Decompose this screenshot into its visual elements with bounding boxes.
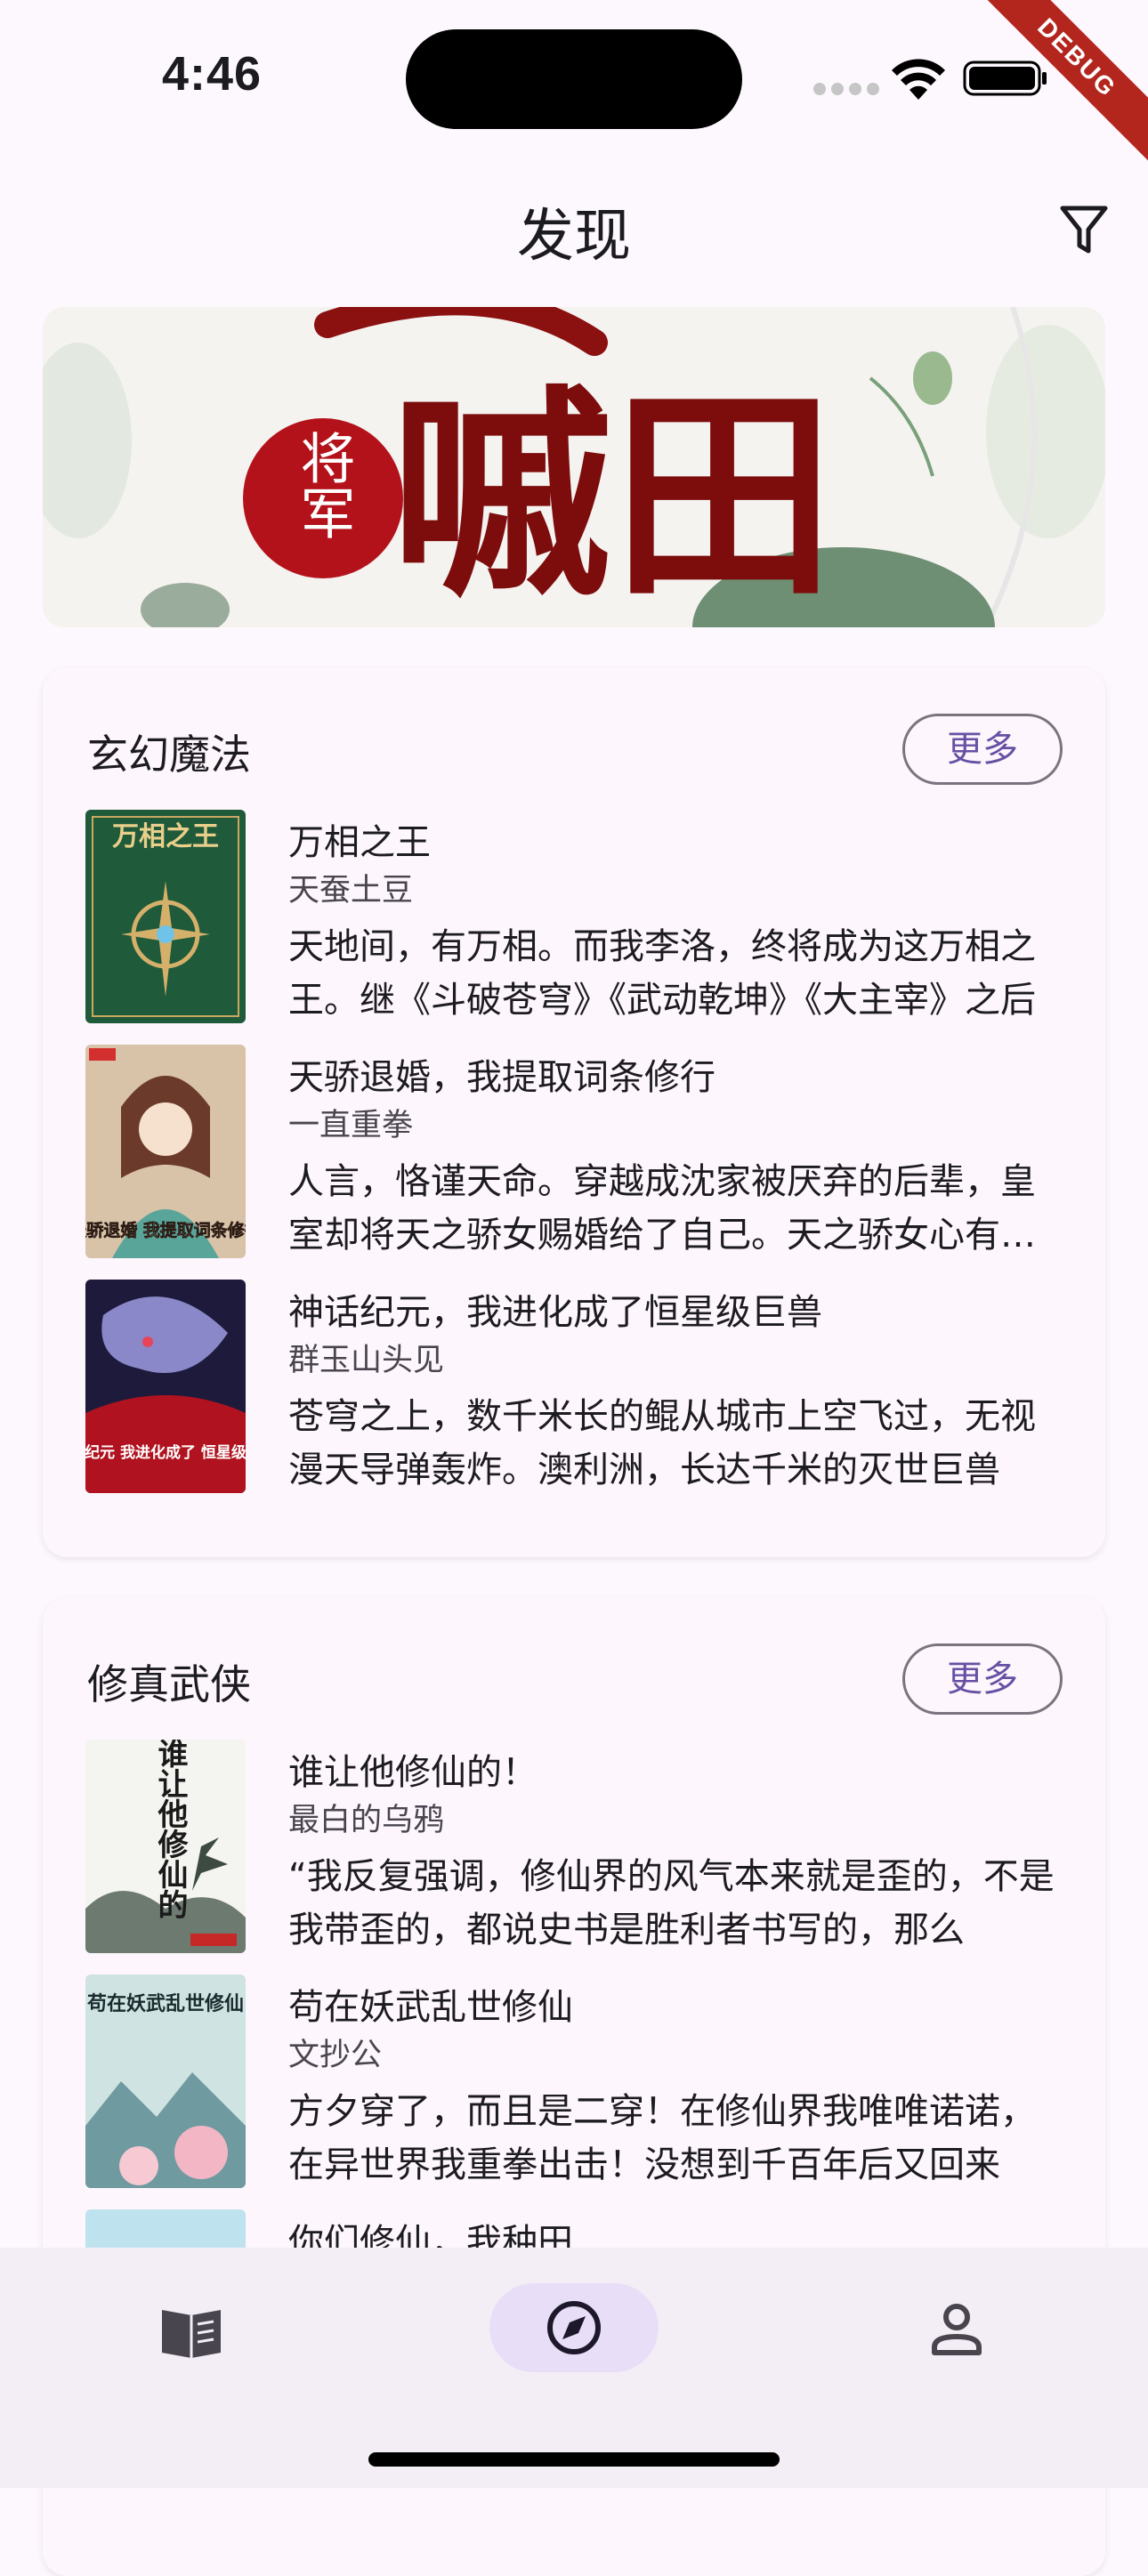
section-title: 修真武侠 xyxy=(87,1660,251,1708)
home-indicator xyxy=(368,2452,780,2467)
battery-icon xyxy=(963,61,1047,96)
compass-icon xyxy=(547,2301,601,2354)
book-description: 人言，恪谨天命。穿越成沈家被厌弃的后辈，皇室却将天之骄女赐婚给了自己。天之骄女心… xyxy=(288,1161,1036,1256)
book-cover: 天骄退婚 我提取词条修行 xyxy=(85,1045,246,1258)
dynamic-island xyxy=(406,29,742,129)
section-title: 玄幻魔法 xyxy=(87,731,251,779)
book-author: 群玉山头见 xyxy=(288,1343,445,1378)
book-title: 万相之王 xyxy=(288,822,431,863)
book-author: 最白的乌鸦 xyxy=(288,1803,445,1838)
book-author: 文抄公 xyxy=(288,2038,383,2073)
more-button[interactable]: 更多 xyxy=(902,1643,1063,1715)
nav-tab-discover[interactable] xyxy=(489,2283,659,2372)
book-icon xyxy=(162,2310,221,2358)
book-cover: 苟在妖武乱世修仙 xyxy=(85,1974,246,2188)
book-description: 天地间，有万相。而我李洛，终将成为这万相之王。继《斗破苍穹》《武动乾坤》《大主宰… xyxy=(288,926,1036,1021)
book-item[interactable]: 天骄退婚 我提取词条修行 天骄退婚，我提取词条修行 一直重拳 人言，恪谨天命。穿… xyxy=(85,1045,1064,1258)
book-item[interactable]: 神话纪元 我进化成了 恒星级巨兽 神话纪元，我进化成了恒星级巨兽 群玉山头见 苍… xyxy=(85,1280,1064,1493)
cover-title: 神话纪元 我进化成了 恒星级巨兽 xyxy=(85,1443,246,1462)
book-author: 一直重拳 xyxy=(288,1108,414,1143)
featured-banner[interactable]: 将军 嘁田 xyxy=(43,307,1105,627)
book-cover: 神话纪元 我进化成了 恒星级巨兽 xyxy=(85,1280,246,1493)
filter-icon[interactable] xyxy=(1059,203,1109,256)
nav-tab-profile[interactable] xyxy=(872,2283,1041,2372)
book-cover: 万相之王 xyxy=(85,810,246,1023)
book-title: 苟在妖武乱世修仙 xyxy=(288,1987,573,2028)
book-item[interactable]: 万相之王 万相之王 天蚕土豆 天地间，有万相。而我李洛，终将成为这万相之王。继《… xyxy=(85,810,1064,1023)
cover-title: 苟在妖武乱世修仙 xyxy=(86,1992,244,2015)
page-title: 发现 xyxy=(517,204,631,270)
section-card-xuanhuan: 玄幻魔法 更多 万相之王 万相之王 天蚕土豆 天地间，有万相。而我李洛，终将成为… xyxy=(43,667,1105,1557)
book-title: 神话纪元，我进化成了恒星级巨兽 xyxy=(288,1292,822,1333)
book-cover: 谁让他修仙的 xyxy=(85,1740,246,1953)
more-button[interactable]: 更多 xyxy=(902,714,1063,785)
book-description: 方夕穿了，而且是二穿！在修仙界我唯唯诺诺，在异世界我重拳出击！没想到千百年后又回… xyxy=(288,2091,1036,2185)
nav-tab-bookshelf[interactable] xyxy=(107,2283,276,2372)
wifi-icon xyxy=(892,59,945,100)
banner-seal-text: 将军 xyxy=(291,430,356,540)
book-description: 苍穹之上，数千米长的鲲从城市上空飞过，无视漫天导弹轰炸。澳利洲，长达千米的灭世巨… xyxy=(288,1396,1036,1490)
book-description: “我反复强调，修仙界的风气本来就是歪的，不是我带歪的，都说史书是胜利者书写的，那… xyxy=(288,1856,1055,1950)
book-item[interactable]: 谁让他修仙的 谁让他修仙的！ 最白的乌鸦 “我反复强调，修仙界的风气本来就是歪的… xyxy=(85,1740,1064,1953)
cellular-signal-icon xyxy=(813,83,879,95)
book-title: 天骄退婚，我提取词条修行 xyxy=(288,1057,715,1098)
book-author: 天蚕土豆 xyxy=(288,873,414,908)
status-time: 4:46 xyxy=(162,47,263,101)
cover-title: 天骄退婚 我提取词条修行 xyxy=(85,1220,246,1240)
book-item[interactable]: 苟在妖武乱世修仙 苟在妖武乱世修仙 文抄公 方夕穿了，而且是二穿！在修仙界我唯唯… xyxy=(85,1974,1064,2188)
person-icon xyxy=(932,2304,982,2355)
book-title: 谁让他修仙的！ xyxy=(288,1752,538,1793)
banner-title-text: 嘁田 xyxy=(390,365,835,626)
cover-title: 谁让他修仙的 xyxy=(152,1740,189,1919)
cover-title: 万相之王 xyxy=(112,821,219,852)
banner-artwork: 将军 嘁田 xyxy=(43,307,1105,627)
